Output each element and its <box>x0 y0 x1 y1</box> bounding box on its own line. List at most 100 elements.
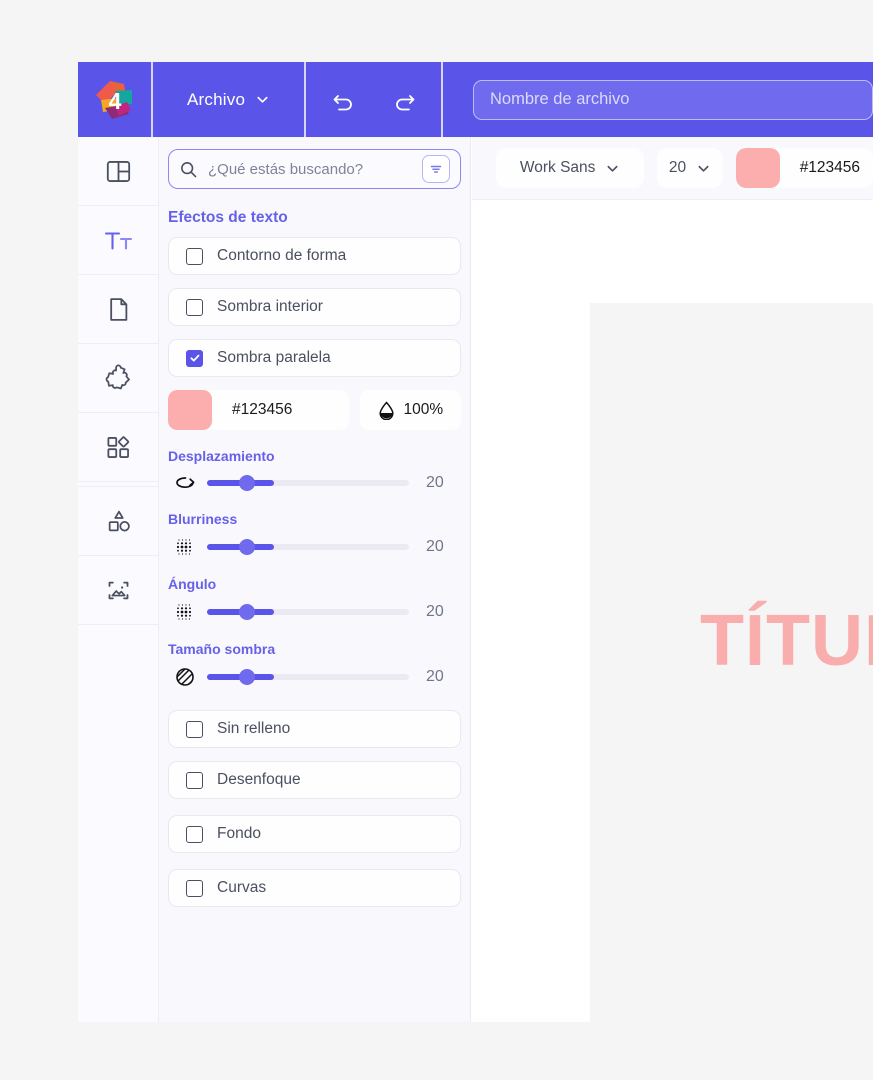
checkbox-row-fondo[interactable]: Fondo <box>168 815 461 853</box>
panel-spacer <box>159 688 470 710</box>
shadow-color-picker[interactable]: #123456 <box>168 390 349 430</box>
checkbox-label-fondo: Fondo <box>217 825 261 842</box>
top-toolbar: 4 Archivo <box>78 62 873 137</box>
logo-4-icon: 4 <box>95 80 132 119</box>
slider-value-angulo: 20 <box>426 603 444 620</box>
app-window: 4 Archivo Nombre de archivo ¿Qué estás b… <box>78 62 873 1022</box>
slider-value-desplazamiento: 20 <box>426 474 444 491</box>
checkbox-row-curvas[interactable]: Curvas <box>168 869 461 907</box>
checkbox-sombra-paralela[interactable] <box>186 349 203 367</box>
checkbox-label-curvas: Curvas <box>217 879 267 896</box>
checkbox-row-sin-relleno[interactable]: Sin relleno <box>168 710 461 748</box>
checkbox-label-sombra-paralela: Sombra paralela <box>217 349 331 366</box>
redo-icon[interactable] <box>391 87 417 113</box>
slider-value-tamano-sombra: 20 <box>426 668 444 685</box>
search-box[interactable] <box>168 149 461 189</box>
apps-grid-icon <box>107 435 130 458</box>
slider-block-tamano-sombra: Tamaño sombra 20 <box>168 641 461 688</box>
checkbox-curvas[interactable] <box>186 879 203 897</box>
checkbox-sombra-interior[interactable] <box>186 298 203 316</box>
format-toolbar: Work Sans 20 #123456 <box>472 137 873 200</box>
file-menu-button[interactable]: Archivo <box>153 62 304 137</box>
chevron-down-icon <box>257 96 268 103</box>
slider-track-desplazamiento[interactable] <box>207 475 409 491</box>
checkbox-label-sin-relleno: Sin relleno <box>217 720 291 737</box>
shadow-color-row: #123456 100% <box>168 390 461 430</box>
checkbox-label-desenfoque: Desenfoque <box>217 771 301 788</box>
canvas-area: Work Sans 20 #123456 TÍTULO <box>472 137 873 1022</box>
rotate-offset-icon <box>168 473 202 493</box>
search-input[interactable] <box>208 160 422 178</box>
shadow-opacity-value: 100% <box>403 401 444 418</box>
text-color-swatch[interactable] <box>735 148 780 188</box>
slider-track-tamano-sombra[interactable] <box>207 669 409 685</box>
checkbox-fondo[interactable] <box>186 825 203 843</box>
sidebar-item-pages[interactable] <box>78 275 159 344</box>
sidebar-item-apps[interactable] <box>78 413 159 482</box>
slider-label-angulo: Ángulo <box>168 576 217 592</box>
filename-area <box>443 62 873 137</box>
check-icon <box>190 354 199 362</box>
shadow-opacity-control[interactable]: 100% <box>359 390 461 430</box>
slider-thumb-tamano-sombra[interactable] <box>239 669 256 685</box>
shadow-color-hex: #123456 <box>232 401 293 418</box>
history-controls <box>306 62 441 137</box>
slider-block-blurriness: Blurriness 20 <box>168 511 461 558</box>
checkbox-label-sombra-interior: Sombra interior <box>217 298 323 315</box>
chevron-down-icon <box>698 165 709 172</box>
slider-thumb-desplazamiento[interactable] <box>239 475 256 491</box>
layout-template-icon <box>106 160 131 182</box>
search-icon <box>181 161 197 177</box>
slider-label-tamano-sombra: Tamaño sombra <box>168 641 276 657</box>
checkbox-contorno[interactable] <box>186 247 203 265</box>
undo-icon[interactable] <box>331 87 357 113</box>
text-color-picker[interactable]: #123456 <box>735 148 873 188</box>
svg-text:4: 4 <box>108 88 121 114</box>
shadow-color-swatch[interactable] <box>168 390 212 430</box>
slider-label-desplazamiento: Desplazamiento <box>168 448 275 464</box>
shapes-icon <box>108 510 130 532</box>
slider-label-blurriness: Blurriness <box>168 511 238 527</box>
filter-button[interactable] <box>422 155 450 183</box>
checkbox-row-sombra-paralela[interactable]: Sombra paralela <box>168 339 461 377</box>
font-size-dropdown[interactable]: 20 <box>657 148 723 188</box>
font-size-value: 20 <box>668 159 687 176</box>
slider-value-blurriness: 20 <box>426 538 444 555</box>
text-effects-panel: Efectos de texto Contorno de forma Sombr… <box>159 137 471 1022</box>
checkbox-row-contorno[interactable]: Contorno de forma <box>168 237 461 275</box>
image-placeholder-icon <box>108 581 129 599</box>
text-tt-icon <box>104 231 132 250</box>
sidebar-item-elements[interactable] <box>78 344 159 413</box>
slider-block-desplazamiento: Desplazamiento 20 <box>168 448 461 493</box>
slider-track-blurriness[interactable] <box>207 539 409 555</box>
canvas-title-text[interactable]: TÍTULO <box>700 600 873 682</box>
dot-grid-angle-icon <box>168 601 202 623</box>
font-family-dropdown[interactable]: Work Sans <box>496 148 645 188</box>
droplet-icon <box>378 400 394 420</box>
slider-thumb-angulo[interactable] <box>239 604 256 620</box>
filename-input[interactable] <box>473 79 873 120</box>
sidebar-item-shapes[interactable] <box>78 487 159 556</box>
slider-track-angulo[interactable] <box>207 604 409 620</box>
sidebar-item-text[interactable] <box>78 206 159 275</box>
checkbox-desenfoque[interactable] <box>186 771 203 789</box>
font-family-value: Work Sans <box>519 159 596 176</box>
chevron-down-icon <box>607 165 618 172</box>
checkbox-row-desenfoque[interactable]: Desenfoque <box>168 761 461 799</box>
text-color-hex: #123456 <box>799 159 861 176</box>
puzzle-piece-icon <box>105 364 130 390</box>
checkbox-row-sombra-interior[interactable]: Sombra interior <box>168 288 461 326</box>
app-logo[interactable]: 4 <box>78 62 151 137</box>
section-title-text-effects: Efectos de texto <box>168 209 288 226</box>
sidebar-item-images[interactable] <box>78 556 159 625</box>
document-page-icon <box>110 297 128 321</box>
dot-grid-blur-icon <box>168 536 202 558</box>
hatched-circle-icon <box>168 666 202 688</box>
slider-thumb-blurriness[interactable] <box>239 539 256 555</box>
checkbox-sin-relleno[interactable] <box>186 720 203 738</box>
file-menu-label: Archivo <box>187 89 246 109</box>
slider-block-angulo: Ángulo 20 <box>168 576 461 623</box>
search-row <box>159 137 470 189</box>
sidebar-item-templates[interactable] <box>78 137 159 206</box>
left-sidebar <box>78 137 159 1022</box>
